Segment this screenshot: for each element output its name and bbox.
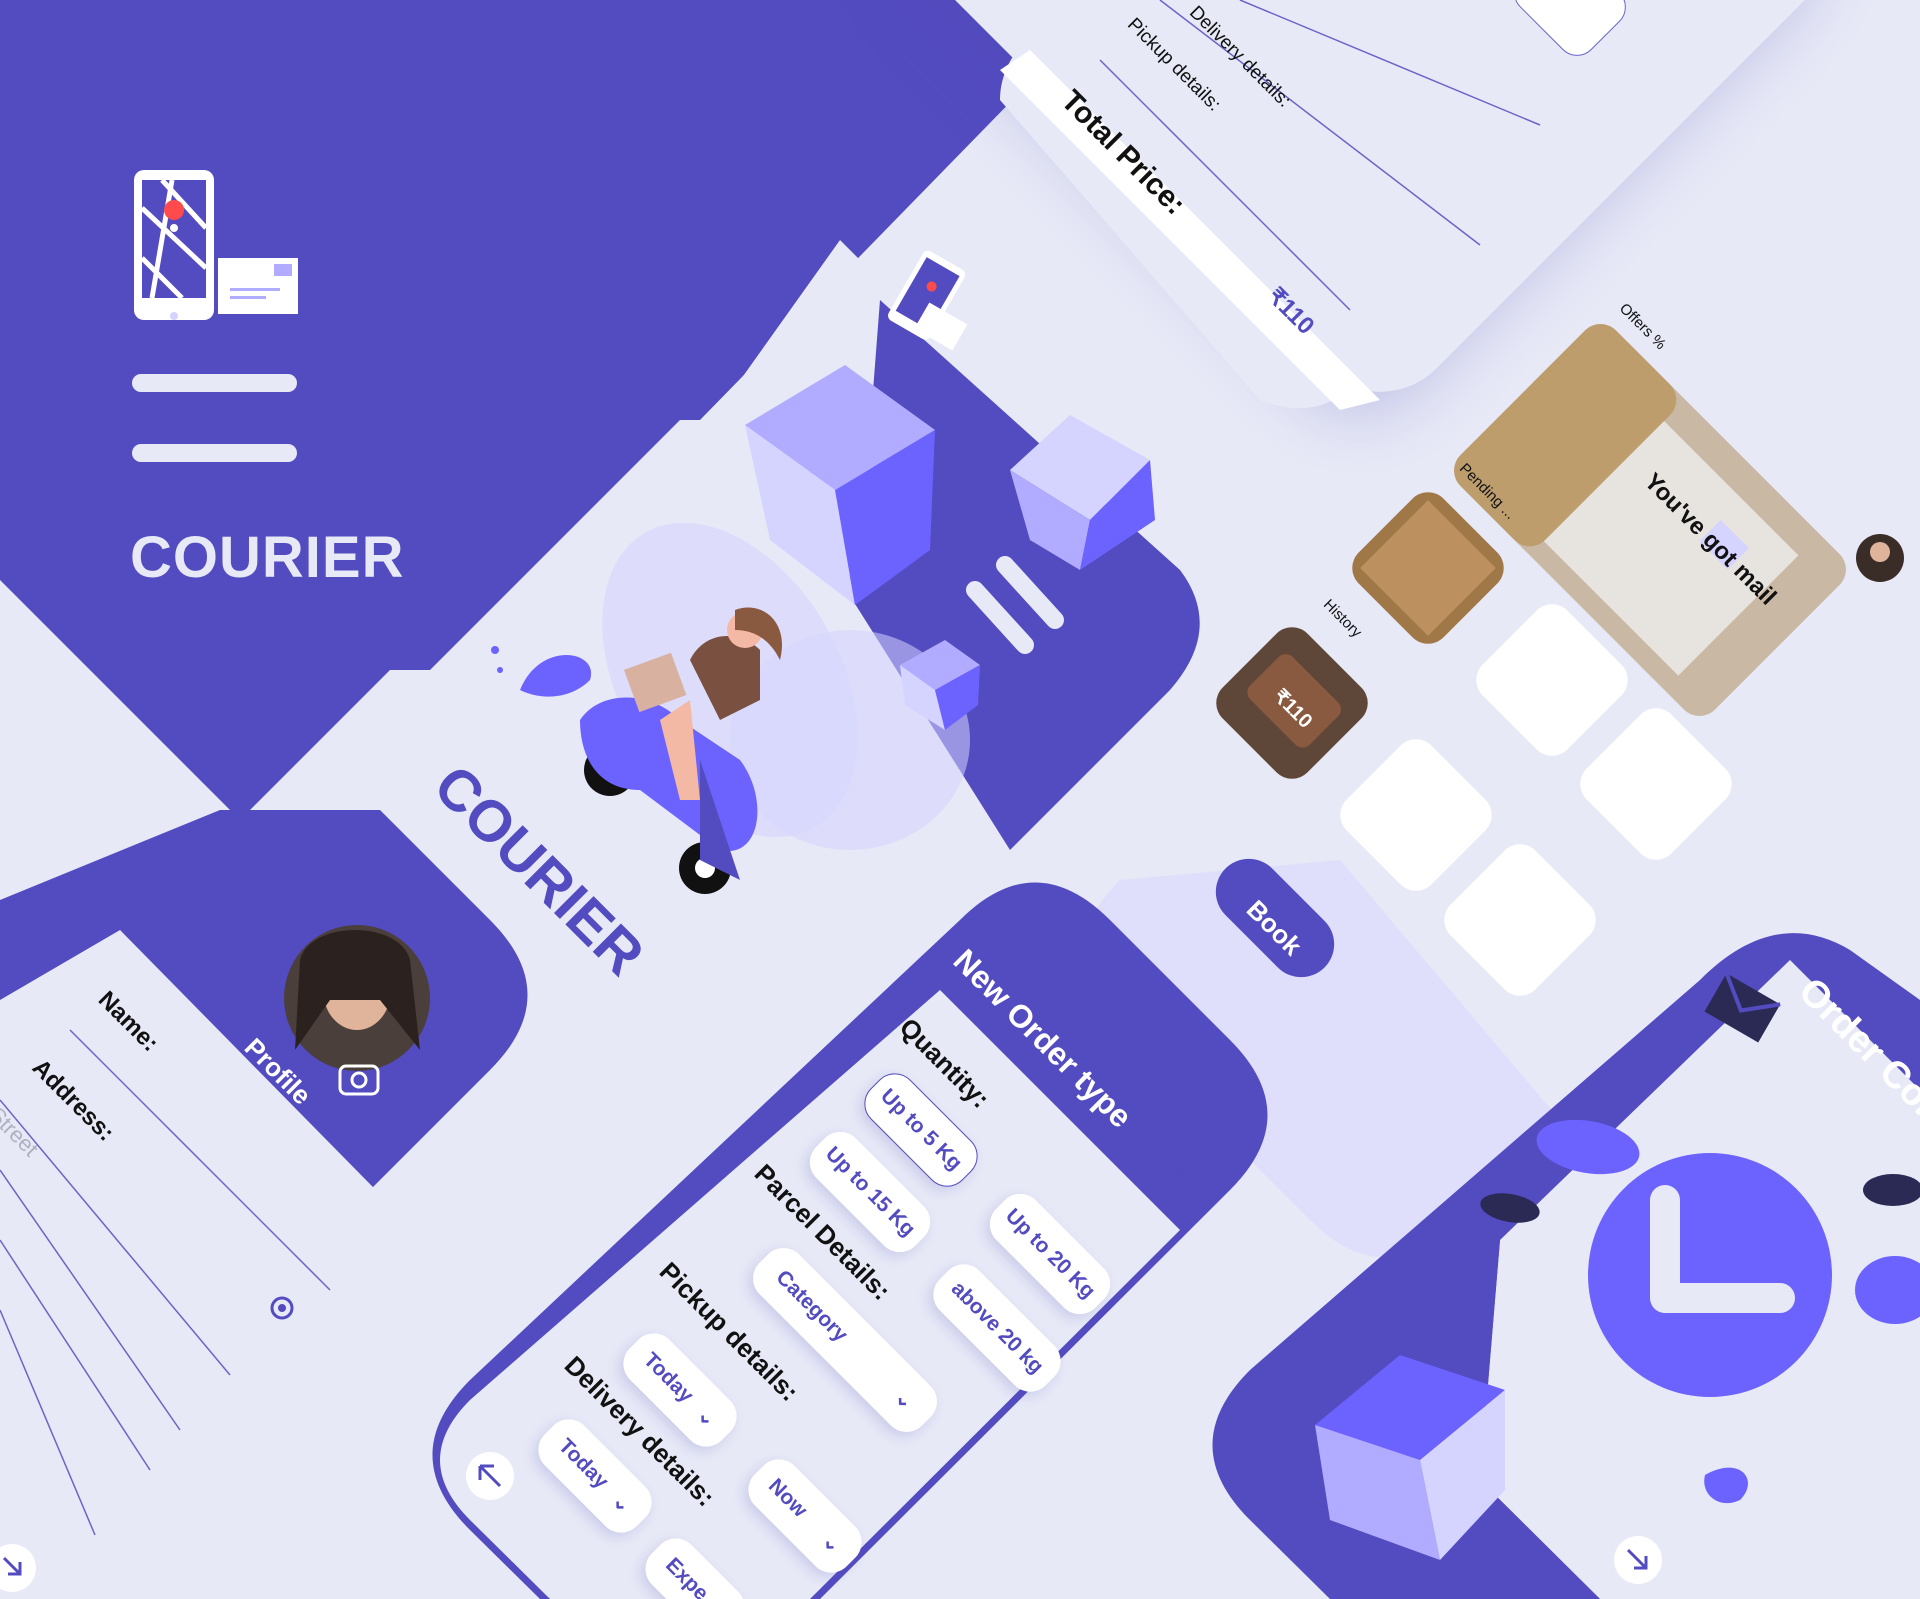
order-confirm-screen: [1212, 933, 1920, 1599]
clock-icon: [1588, 1153, 1832, 1397]
